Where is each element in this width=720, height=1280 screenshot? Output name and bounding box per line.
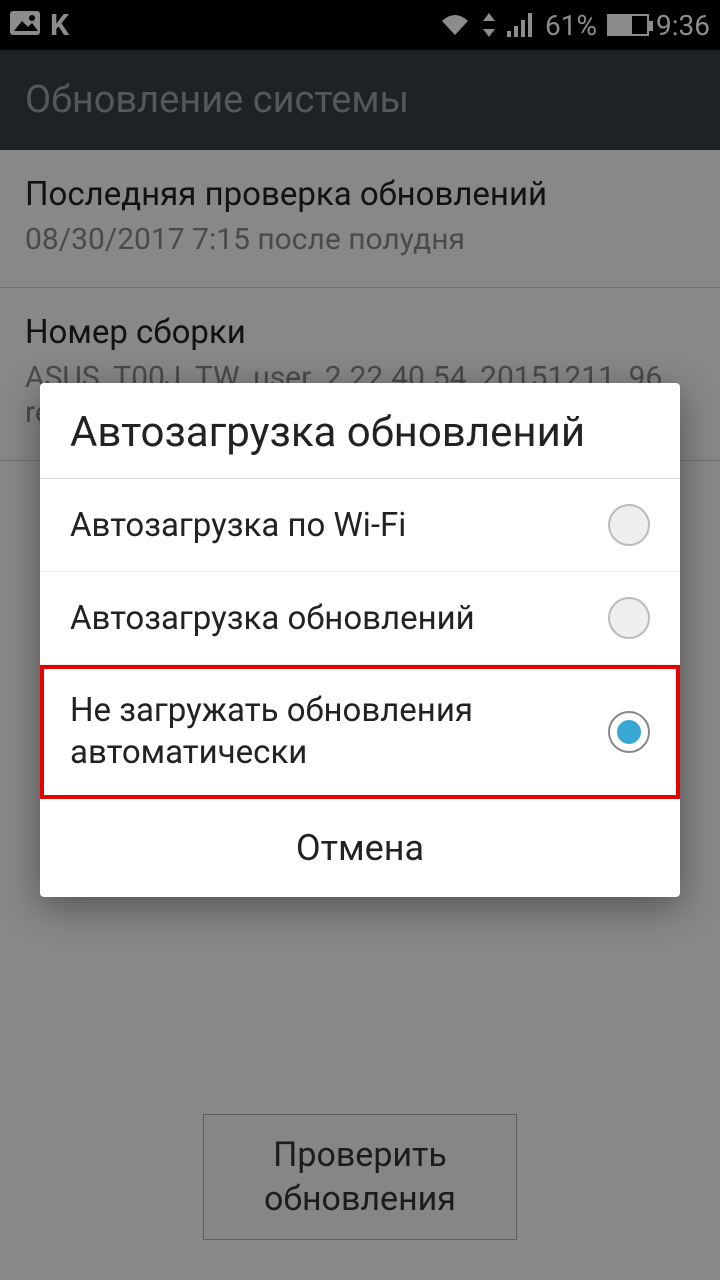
radio-option-auto[interactable]: Автозагрузка обновлений xyxy=(40,572,680,665)
dialog-overlay[interactable]: Автозагрузка обновлений Автозагрузка по … xyxy=(0,0,720,1280)
radio-dot-icon xyxy=(617,720,641,744)
radio-button-icon xyxy=(608,711,650,753)
dialog-autodownload: Автозагрузка обновлений Автозагрузка по … xyxy=(40,383,680,897)
radio-button-icon xyxy=(608,597,650,639)
radio-label: Автозагрузка обновлений xyxy=(70,598,608,639)
cancel-button[interactable]: Отмена xyxy=(40,799,680,897)
radio-option-noauto[interactable]: Не загружать обновления автоматически xyxy=(40,665,680,799)
dialog-title: Автозагрузка обновлений xyxy=(40,383,680,479)
radio-button-icon xyxy=(608,504,650,546)
radio-label: Не загружать обновления автоматически xyxy=(70,690,608,773)
radio-label: Автозагрузка по Wi-Fi xyxy=(70,505,608,546)
radio-option-wifi[interactable]: Автозагрузка по Wi-Fi xyxy=(40,479,680,572)
